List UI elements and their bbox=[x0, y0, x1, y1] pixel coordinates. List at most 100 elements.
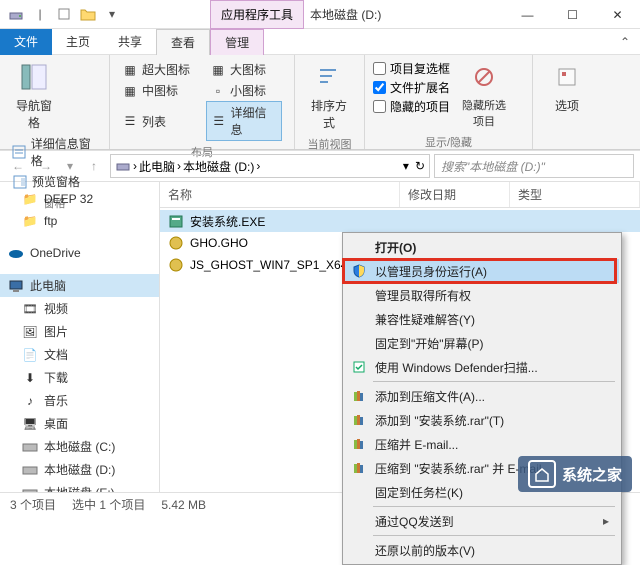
ctx-troubleshoot[interactable]: 兼容性疑难解答(Y) bbox=[345, 307, 619, 331]
up-button[interactable]: ↑ bbox=[82, 154, 106, 178]
nav-item-documents[interactable]: 📄文档 bbox=[0, 343, 159, 366]
item-checkboxes-toggle[interactable]: 项目复选框 bbox=[373, 59, 450, 78]
nav-item-this-pc[interactable]: 此电脑 bbox=[0, 274, 159, 297]
hide-selected-button[interactable]: 隐藏所选项目 bbox=[458, 59, 510, 131]
ctx-run-as-admin[interactable]: 以管理员身份运行(A) bbox=[345, 259, 619, 283]
large-icons-button[interactable]: ▦大图标 bbox=[206, 59, 282, 80]
drive-icon bbox=[115, 159, 131, 173]
recent-dropdown-icon[interactable]: ▾ bbox=[62, 154, 78, 178]
nav-item-videos[interactable]: 🎞视频 bbox=[0, 297, 159, 320]
qat-divider: | bbox=[30, 4, 50, 24]
ctx-add-rar[interactable]: 添加到 "安装系统.rar"(T) bbox=[345, 408, 619, 432]
nav-item-ftp[interactable]: 📁ftp bbox=[0, 210, 159, 232]
file-row[interactable]: 安装系统.EXE bbox=[160, 210, 640, 232]
drive-icon bbox=[22, 462, 38, 478]
chevron-right-icon: ▸ bbox=[603, 514, 609, 528]
qat-dropdown-icon[interactable]: ▾ bbox=[102, 4, 122, 24]
file-ext-toggle[interactable]: 文件扩展名 bbox=[373, 78, 450, 97]
nav-item-music[interactable]: ♪音乐 bbox=[0, 389, 159, 412]
nav-item-drive-c[interactable]: 本地磁盘 (C:) bbox=[0, 435, 159, 458]
tab-manage[interactable]: 管理 bbox=[210, 29, 264, 55]
folder-icon[interactable] bbox=[78, 4, 98, 24]
address-dropdown-icon[interactable]: ▾ bbox=[403, 159, 409, 173]
nav-item-pictures[interactable]: 🖼图片 bbox=[0, 320, 159, 343]
options-button[interactable]: 选项 bbox=[541, 59, 593, 116]
ribbon-group-current-view-label: 当前视图 bbox=[303, 133, 356, 152]
sort-button[interactable]: 排序方式 bbox=[303, 59, 355, 133]
contextual-tab-label: 应用程序工具 bbox=[221, 6, 293, 23]
desktop-icon: 🖥 bbox=[22, 416, 38, 432]
breadcrumb-this-pc[interactable]: 此电脑 › bbox=[139, 158, 181, 175]
status-selected: 选中 1 个项目 bbox=[72, 496, 145, 513]
onedrive-icon bbox=[8, 245, 24, 261]
videos-icon: 🎞 bbox=[22, 301, 38, 317]
chevron-right-icon[interactable]: › bbox=[256, 159, 260, 173]
back-button[interactable]: ← bbox=[6, 154, 30, 178]
maximize-button[interactable]: ☐ bbox=[550, 0, 595, 29]
ctx-separator bbox=[373, 506, 615, 507]
refresh-icon[interactable]: ↻ bbox=[415, 159, 425, 173]
search-input[interactable]: 搜索"本地磁盘 (D:)" bbox=[434, 154, 634, 178]
navigation-pane[interactable]: 📁DEEP 32 📁ftp OneDrive 此电脑 🎞视频 🖼图片 📄文档 ⬇… bbox=[0, 182, 160, 492]
small-icons-button[interactable]: ▫小图标 bbox=[206, 80, 282, 101]
search-placeholder: 搜索"本地磁盘 (D:)" bbox=[441, 158, 545, 175]
gho-icon bbox=[168, 257, 184, 273]
ctx-restore-previous[interactable]: 还原以前的版本(V) bbox=[345, 538, 619, 562]
list-view-button[interactable]: ☰列表 bbox=[118, 111, 200, 132]
documents-icon: 📄 bbox=[22, 347, 38, 363]
ctx-send-qq[interactable]: 通过QQ发送到▸ bbox=[345, 509, 619, 533]
ribbon-expand-icon[interactable]: ⌃ bbox=[620, 35, 640, 49]
house-icon bbox=[528, 460, 556, 488]
medium-icons-button[interactable]: ▦中图标 bbox=[118, 80, 200, 101]
minimize-button[interactable]: — bbox=[505, 0, 550, 29]
tab-share[interactable]: 共享 bbox=[104, 29, 156, 55]
tab-home[interactable]: 主页 bbox=[52, 29, 104, 55]
shield-icon bbox=[351, 263, 367, 279]
drive-icon bbox=[22, 439, 38, 455]
breadcrumb[interactable]: › 此电脑 › 本地磁盘 (D:) › ▾ ↻ bbox=[110, 154, 430, 178]
watermark-text: 系统之家 bbox=[562, 464, 622, 485]
ribbon-tabs: 文件 主页 共享 查看 管理 ⌃ bbox=[0, 29, 640, 55]
nav-item-onedrive[interactable]: OneDrive bbox=[0, 242, 159, 264]
books-icon bbox=[351, 436, 367, 452]
nav-item-drive-e[interactable]: 本地磁盘 (E:) bbox=[0, 481, 159, 492]
nav-pane-label: 导航窗格 bbox=[12, 97, 56, 131]
books-icon bbox=[351, 412, 367, 428]
ribbon-group-show-hide-label: 显示/隐藏 bbox=[373, 131, 524, 150]
nav-item-downloads[interactable]: ⬇下载 bbox=[0, 366, 159, 389]
ctx-admin-ownership[interactable]: 管理员取得所有权 bbox=[345, 283, 619, 307]
extra-large-icons-button[interactable]: ▦超大图标 bbox=[118, 59, 200, 80]
properties-icon[interactable] bbox=[54, 4, 74, 24]
books-icon bbox=[351, 460, 367, 476]
column-headers: 名称 修改日期 类型 bbox=[160, 182, 640, 208]
nav-item-deep32[interactable]: 📁DEEP 32 bbox=[0, 188, 159, 210]
tab-file[interactable]: 文件 bbox=[0, 29, 52, 55]
nav-item-drive-d[interactable]: 本地磁盘 (D:) bbox=[0, 458, 159, 481]
close-button[interactable]: ✕ bbox=[595, 0, 640, 29]
status-size: 5.42 MB bbox=[161, 498, 206, 512]
details-view-button[interactable]: ☰详细信息 bbox=[206, 101, 282, 141]
file-name: GHO.GHO bbox=[190, 236, 248, 250]
contextual-tab-header: 应用程序工具 bbox=[210, 0, 304, 29]
chevron-right-icon[interactable]: › bbox=[177, 159, 181, 173]
hidden-items-toggle[interactable]: 隐藏的项目 bbox=[373, 97, 450, 116]
chevron-right-icon[interactable]: › bbox=[133, 159, 137, 173]
column-date[interactable]: 修改日期 bbox=[400, 182, 510, 207]
watermark: 系统之家 bbox=[518, 456, 632, 492]
ctx-separator bbox=[373, 535, 615, 536]
forward-button[interactable]: → bbox=[34, 154, 58, 178]
ctx-pin-start[interactable]: 固定到"开始"屏幕(P) bbox=[345, 331, 619, 355]
tab-view[interactable]: 查看 bbox=[156, 29, 210, 55]
column-name[interactable]: 名称 bbox=[160, 182, 400, 207]
ctx-compress-email[interactable]: 压缩并 E-mail... bbox=[345, 432, 619, 456]
drive-icon bbox=[6, 4, 26, 24]
nav-pane-button[interactable]: 导航窗格 bbox=[8, 59, 60, 133]
context-menu: 打开(O) 以管理员身份运行(A) 管理员取得所有权 兼容性疑难解答(Y) 固定… bbox=[342, 232, 622, 565]
column-type[interactable]: 类型 bbox=[510, 182, 640, 207]
ctx-add-archive[interactable]: 添加到压缩文件(A)... bbox=[345, 384, 619, 408]
address-bar: ← → ▾ ↑ › 此电脑 › 本地磁盘 (D:) › ▾ ↻ 搜索"本地磁盘 … bbox=[0, 150, 640, 182]
breadcrumb-drive[interactable]: 本地磁盘 (D:) › bbox=[183, 158, 260, 175]
ctx-defender[interactable]: 使用 Windows Defender扫描... bbox=[345, 355, 619, 379]
ctx-open[interactable]: 打开(O) bbox=[345, 235, 619, 259]
nav-item-desktop[interactable]: 🖥桌面 bbox=[0, 412, 159, 435]
